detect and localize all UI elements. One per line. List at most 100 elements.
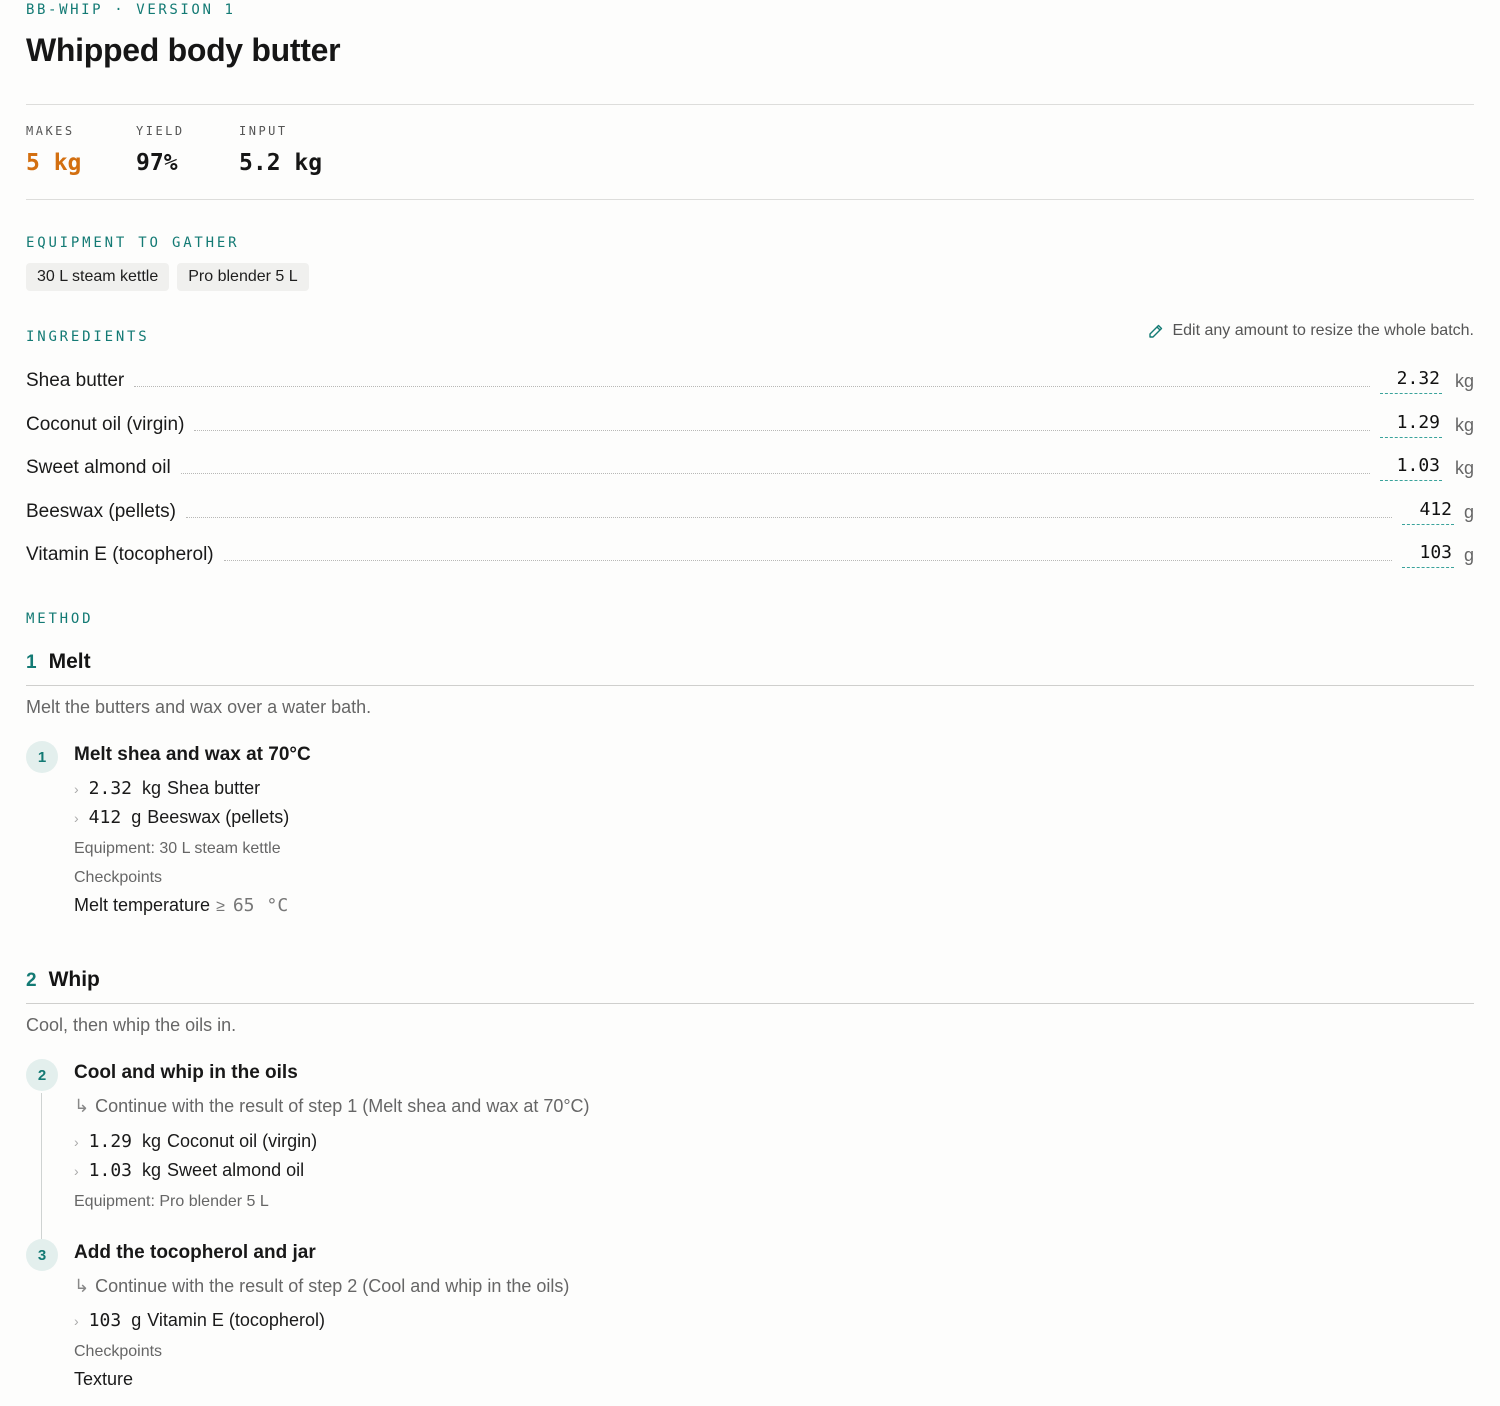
stat-label: YIELD xyxy=(136,124,185,138)
step-ingredient-unit: g xyxy=(131,1310,142,1330)
step-ingredient-unit: kg xyxy=(142,1131,162,1151)
divider xyxy=(26,104,1474,105)
step-equipment: Equipment: 30 L steam kettle xyxy=(74,840,281,857)
stat-input: INPUT 5.2 kg xyxy=(239,124,322,176)
step-number: 3 xyxy=(26,1239,58,1271)
continue-text: Continue with the result of step 2 (Cool… xyxy=(95,1276,570,1296)
phase-number: 1 xyxy=(26,652,37,673)
step-number: 2 xyxy=(26,1059,58,1091)
checkpoint: Melt temperature ≥ 65 °C xyxy=(74,895,288,916)
step-ingredient-qty: 1.03 xyxy=(88,1160,133,1181)
stat-value: 5 kg xyxy=(26,150,82,176)
step-ingredient-qty: 103 xyxy=(88,1310,122,1331)
checkpoint-unit: °C xyxy=(266,895,289,916)
chevron-right-icon: › xyxy=(74,781,79,797)
ingredient-amount-input[interactable]: 1.03 xyxy=(1380,455,1442,481)
ingredients-label: INGREDIENTS xyxy=(26,329,150,345)
step-ingredient-unit: g xyxy=(131,807,142,827)
phase-description: Cool, then whip the oils in. xyxy=(26,1015,237,1035)
ingredient-unit: g xyxy=(1464,501,1475,522)
ingredient-row: Beeswax (pellets) 412 g xyxy=(26,497,1474,527)
stat-label: INPUT xyxy=(239,124,288,138)
equipment-chip: Pro blender 5 L xyxy=(177,263,309,291)
ingredient-unit: kg xyxy=(1454,370,1474,391)
ingredient-name: Shea butter xyxy=(26,370,125,391)
checkpoint: Texture xyxy=(74,1369,133,1390)
checkpoints-label: Checkpoints xyxy=(74,1343,163,1360)
checkpoint-value: 65 xyxy=(232,895,255,916)
ingredient-row: Sweet almond oil 1.03 kg xyxy=(26,453,1474,483)
method-label: METHOD xyxy=(26,611,94,627)
leader-dots xyxy=(185,516,1392,518)
ingredient-row: Shea butter 2.32 kg xyxy=(26,366,1474,396)
chevron-right-icon: › xyxy=(74,810,79,826)
ingredient-amount-input[interactable]: 412 xyxy=(1402,499,1454,525)
step-ingredient-name: Vitamin E (tocopherol) xyxy=(147,1310,325,1330)
ingredient-name: Beeswax (pellets) xyxy=(26,501,176,522)
continue-from-step: ↳ Continue with the result of step 1 (Me… xyxy=(74,1096,590,1117)
resize-hint: Edit any amount to resize the whole batc… xyxy=(1148,322,1474,340)
ingredient-unit: kg xyxy=(1454,414,1474,435)
return-arrow-icon: ↳ xyxy=(74,1096,90,1116)
page-title: Whipped body butter xyxy=(26,32,341,68)
ingredient-name: Sweet almond oil xyxy=(26,457,171,478)
step-ingredient-name: Sweet almond oil xyxy=(167,1160,305,1180)
step-ingredient-qty: 412 xyxy=(88,807,122,828)
phase-number: 2 xyxy=(26,970,37,991)
leader-dots xyxy=(134,385,1370,387)
stat-makes: MAKES 5 kg xyxy=(26,124,81,176)
step-ingredient: › 412 g Beeswax (pellets) xyxy=(74,807,289,828)
ingredient-unit: kg xyxy=(1454,457,1474,478)
divider xyxy=(26,1003,1474,1004)
equipment-label: EQUIPMENT TO GATHER xyxy=(26,235,240,251)
divider xyxy=(26,685,1474,686)
stat-label: MAKES xyxy=(26,124,75,138)
step-equipment: Equipment: Pro blender 5 L xyxy=(74,1193,269,1210)
phase-header: 2 Whip xyxy=(26,968,100,992)
stat-value: 5.2 kg xyxy=(239,150,323,176)
step-ingredient-name: Shea butter xyxy=(167,778,261,798)
step-ingredient-unit: kg xyxy=(142,1160,162,1180)
step-number: 1 xyxy=(26,741,58,773)
hint-text: Edit any amount to resize the whole batc… xyxy=(1172,322,1474,339)
stat-value: 97% xyxy=(136,150,178,176)
equipment-list: 30 L steam kettle Pro blender 5 L xyxy=(26,263,309,291)
step-ingredient-name: Coconut oil (virgin) xyxy=(167,1131,318,1151)
continue-text: Continue with the result of step 1 (Melt… xyxy=(95,1096,590,1116)
step-title: Melt shea and wax at 70°C xyxy=(74,744,311,765)
checkpoint-operator: ≥ xyxy=(216,898,225,915)
step-connector xyxy=(41,1093,42,1239)
ingredient-unit: g xyxy=(1464,544,1475,565)
step-ingredient: › 1.29 kg Coconut oil (virgin) xyxy=(74,1131,317,1152)
ingredient-row: Vitamin E (tocopherol) 103 g xyxy=(26,540,1474,570)
ingredient-amount-input[interactable]: 103 xyxy=(1402,542,1454,568)
continue-from-step: ↳ Continue with the result of step 2 (Co… xyxy=(74,1276,569,1297)
step-ingredient-name: Beeswax (pellets) xyxy=(147,807,290,827)
stat-yield: YIELD 97% xyxy=(136,124,185,176)
ingredient-name: Vitamin E (tocopherol) xyxy=(26,544,214,565)
leader-dots xyxy=(223,559,1392,561)
step-ingredient: › 2.32 kg Shea butter xyxy=(74,778,260,799)
ingredient-amount-input[interactable]: 2.32 xyxy=(1380,368,1442,394)
checkpoint-name: Texture xyxy=(74,1369,134,1389)
leader-dots xyxy=(194,429,1370,431)
chevron-right-icon: › xyxy=(74,1134,79,1150)
chevron-right-icon: › xyxy=(74,1163,79,1179)
checkpoints-label: Checkpoints xyxy=(74,869,163,886)
ingredient-row: Coconut oil (virgin) 1.29 kg xyxy=(26,410,1474,440)
step-ingredient-qty: 1.29 xyxy=(88,1131,133,1152)
phase-description: Melt the butters and wax over a water ba… xyxy=(26,697,372,717)
divider xyxy=(26,199,1474,200)
step-ingredient: › 103 g Vitamin E (tocopherol) xyxy=(74,1310,325,1331)
recipe-code: BB-WHIP · VERSION 1 xyxy=(26,2,236,18)
step-title: Add the tocopherol and jar xyxy=(74,1242,316,1263)
leader-dots xyxy=(180,472,1370,474)
pencil-icon xyxy=(1149,324,1163,338)
step-ingredient-qty: 2.32 xyxy=(88,778,133,799)
ingredient-name: Coconut oil (virgin) xyxy=(26,414,185,435)
ingredient-amount-input[interactable]: 1.29 xyxy=(1380,412,1442,438)
step-ingredient: › 1.03 kg Sweet almond oil xyxy=(74,1160,304,1181)
checkpoint-name: Melt temperature xyxy=(74,895,211,915)
step-ingredient-unit: kg xyxy=(142,778,162,798)
step-title: Cool and whip in the oils xyxy=(74,1062,298,1083)
